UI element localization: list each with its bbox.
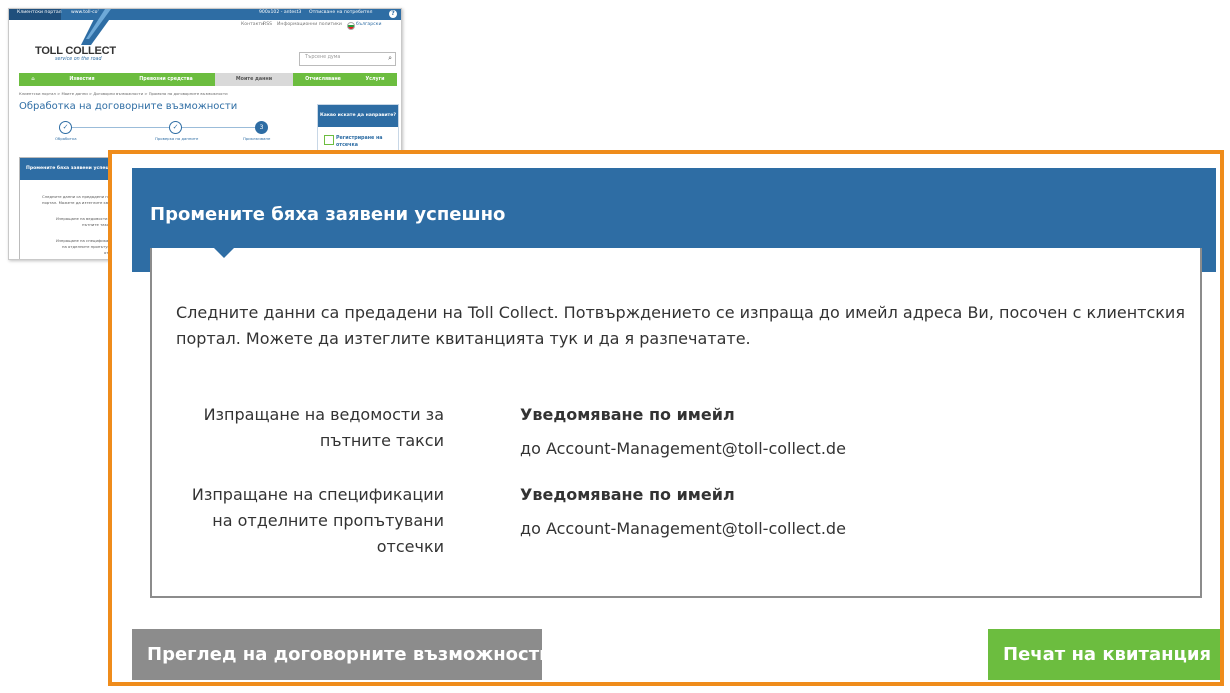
nav-item-billing[interactable]: Отчисляване: [293, 73, 353, 86]
header-notch: [214, 248, 234, 258]
document-icon: [324, 135, 334, 145]
step-3-current: 3: [255, 121, 268, 134]
flag-icon: [347, 22, 355, 30]
nav-item-my-data[interactable]: Моите данни: [215, 73, 293, 86]
step-connector: [181, 127, 257, 128]
rss-link[interactable]: RSS: [263, 22, 272, 27]
card-body: Следните данни са предадени на Toll Coll…: [150, 248, 1202, 598]
mini-card-title: Промените бяха заявени успешно: [26, 166, 117, 171]
mini-intro-line: Следните данни са предадени на Toll: [42, 194, 118, 199]
confirmation-intro-text: Следните данни са предадени на Toll Coll…: [176, 303, 1185, 348]
breadcrumb[interactable]: Клиентски портал > Моите данни > Договор…: [19, 91, 228, 96]
question-icon[interactable]: ?: [389, 10, 397, 18]
mini-intro-line: портал. Можете да изтеглите квитан: [42, 200, 118, 205]
step-3-label: Приключване: [243, 136, 271, 141]
card-title: Промените бяха заявени успешно: [150, 204, 506, 225]
row-label-line: отсечки: [376, 537, 444, 556]
logo-text: TOLL COLLECT: [35, 45, 116, 57]
contacts-link[interactable]: Контакти: [241, 22, 264, 27]
search-icon[interactable]: ⌕: [388, 54, 392, 63]
page-title: Обработка на договорните възможности: [19, 101, 238, 112]
nav-item-services[interactable]: Услуги: [353, 73, 397, 86]
print-receipt-button[interactable]: Печат на квитанция: [988, 629, 1220, 680]
step-2-check-icon: ✓: [169, 121, 182, 134]
row-label-line: Изпращане на ведомости за: [203, 405, 444, 424]
step-1-check-icon: ✓: [59, 121, 72, 134]
delivery-method: Уведомяване по имейл: [520, 405, 735, 424]
mini-row-label: Изпращане на ведомости за: [56, 216, 114, 221]
logout-link[interactable]: Отписване на потребител: [309, 10, 372, 15]
logo-tagline: service on the road: [55, 57, 102, 62]
sidebar-title: Какво искате да направите?: [318, 105, 398, 127]
search-input[interactable]: Търсене дума ⌕: [299, 52, 396, 66]
step-connector: [71, 127, 171, 128]
info-link[interactable]: Информационни политики: [277, 22, 342, 27]
step-2-label: Проверка на данните: [155, 136, 199, 141]
delivery-method: Уведомяване по имейл: [520, 485, 735, 504]
row-label-toll-statements: Изпращане на ведомости за пътните такси: [144, 402, 444, 454]
portal-tab-label: Клиентски портал: [17, 10, 62, 15]
main-nav: ⌂ Известия Превозни средства Моите данни…: [19, 73, 397, 86]
contract-options-overview-button[interactable]: Преглед на договорните възможности: [132, 629, 552, 680]
language-select[interactable]: български: [356, 22, 381, 27]
row-label-line: пътните такси: [319, 431, 444, 450]
delivery-recipient: до Account-Management@toll-collect.de: [520, 439, 846, 458]
delivery-recipient: до Account-Management@toll-collect.de: [520, 519, 846, 538]
search-placeholder: Търсене дума: [305, 55, 341, 60]
row-label-line: на отделните пропътувани: [212, 511, 444, 530]
zoomed-confirmation-panel: Промените бяха заявени успешно Следните …: [108, 150, 1224, 686]
row-label-line: Изпращане на спецификации: [191, 485, 444, 504]
top-bar: Клиентски портал www.toll-collect.de 900…: [9, 9, 401, 20]
nav-item-vehicles[interactable]: Превозни средства: [117, 73, 215, 86]
step-1-label: Обработка: [55, 136, 77, 141]
sidebar-item-register[interactable]: Регистриране на отсечка: [336, 135, 392, 149]
logo-swoosh-icon: [81, 9, 117, 45]
nav-item-notifications[interactable]: Известия: [47, 73, 117, 86]
mini-row-label: Изпращане на спецификации: [56, 238, 116, 243]
user-id: 900x102 - antest3: [259, 10, 302, 15]
row-label-trip-specifications: Изпращане на спецификации на отделните п…: [144, 482, 444, 560]
home-icon[interactable]: ⌂: [19, 73, 47, 86]
